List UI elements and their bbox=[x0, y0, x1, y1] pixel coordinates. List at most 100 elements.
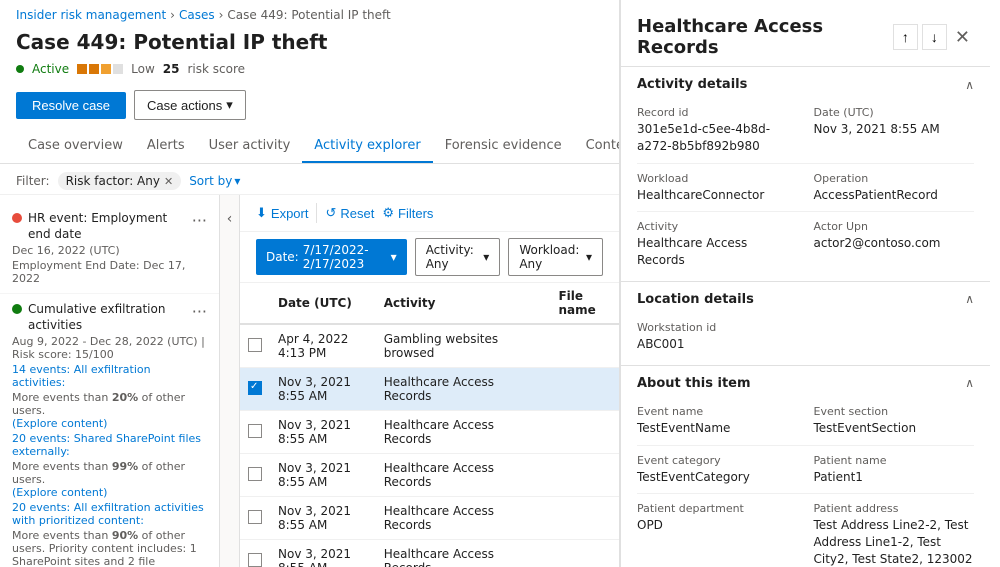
record-id-label: Record id bbox=[637, 106, 798, 119]
filter-chip-label: Risk factor: Any bbox=[66, 174, 160, 188]
split-container: HR event: Employment end date ··· Dec 16… bbox=[0, 195, 619, 567]
table-row[interactable]: Nov 3, 2021 8:55 AM Healthcare Access Re… bbox=[240, 368, 619, 411]
activity-details-chevron: ∧ bbox=[965, 78, 974, 92]
activity-filter-dropdown[interactable]: Activity: Any ▾ bbox=[415, 238, 501, 276]
row-checkbox-4[interactable] bbox=[248, 467, 262, 481]
explore-content-link-2[interactable]: (Explore content) bbox=[12, 486, 207, 499]
filter-label: Filter: bbox=[16, 174, 50, 188]
activity-events-link-3[interactable]: 20 events: All exfiltration activities w… bbox=[12, 501, 207, 527]
event-section-value: TestEventSection bbox=[814, 420, 975, 437]
nav-up-button[interactable]: ↑ bbox=[893, 24, 918, 50]
table-row[interactable]: Nov 3, 2021 8:55 AM Healthcare Access Re… bbox=[240, 497, 619, 540]
about-this-item-chevron: ∧ bbox=[965, 376, 974, 390]
table-row[interactable]: Nov 3, 2021 8:55 AM Healthcare Access Re… bbox=[240, 454, 619, 497]
chevron-down-icon: ▾ bbox=[226, 97, 233, 113]
table-row[interactable]: Apr 4, 2022 4:13 PM Gambling websites br… bbox=[240, 324, 619, 368]
activity-events-link-1[interactable]: 14 events: All exfiltration activities: bbox=[12, 363, 207, 389]
activity-item-1[interactable]: HR event: Employment end date ··· Dec 16… bbox=[0, 203, 219, 294]
row-activity-2: Healthcare Access Records bbox=[376, 368, 551, 411]
tab-user-activity[interactable]: User activity bbox=[197, 130, 303, 163]
operation-value: AccessPatientRecord bbox=[814, 187, 975, 204]
row-filename-3 bbox=[550, 411, 619, 454]
risk-sq-2 bbox=[89, 64, 99, 74]
patient-address-value: Test Address Line2-2, Test Address Line1… bbox=[814, 517, 975, 567]
chevron-down-icon: ▾ bbox=[234, 174, 240, 188]
case-actions-button[interactable]: Case actions ▾ bbox=[134, 90, 246, 120]
event-category-value: TestEventCategory bbox=[637, 469, 798, 486]
activity-more-button-2[interactable]: ··· bbox=[192, 302, 207, 321]
activity-dot-red bbox=[12, 213, 22, 223]
risk-score-number: 25 bbox=[163, 62, 180, 76]
tab-case-overview[interactable]: Case overview bbox=[16, 130, 135, 163]
workstation-id-item: Workstation id ABC001 bbox=[637, 321, 974, 353]
close-panel-button[interactable]: ✕ bbox=[951, 23, 974, 52]
breadcrumb-cases[interactable]: Cases bbox=[179, 8, 215, 22]
event-name-value: TestEventName bbox=[637, 420, 798, 437]
activity-item-2[interactable]: Cumulative exfiltration activities ··· A… bbox=[0, 294, 219, 567]
tab-forensic-evidence[interactable]: Forensic evidence bbox=[433, 130, 574, 163]
location-details-title: Location details bbox=[637, 292, 754, 307]
row-date-1: Apr 4, 2022 4:13 PM bbox=[270, 324, 376, 368]
export-button[interactable]: ⬇ Export bbox=[256, 205, 308, 221]
activity-value-rp: Healthcare Access Records bbox=[637, 235, 798, 269]
date-filter-dropdown[interactable]: Date: 7/17/2022-2/17/2023 ▾ bbox=[256, 239, 407, 275]
nav-down-button[interactable]: ↓ bbox=[922, 24, 947, 50]
row-date-6: Nov 3, 2021 8:55 AM bbox=[270, 540, 376, 567]
activity-table: Date (UTC) Activity File name Apr 4, 202… bbox=[240, 283, 619, 567]
resolve-case-button[interactable]: Resolve case bbox=[16, 92, 126, 119]
filter-chip[interactable]: Risk factor: Any ✕ bbox=[58, 172, 182, 190]
tab-activity-explorer[interactable]: Activity explorer bbox=[302, 130, 432, 163]
right-panel-title: Healthcare Access Records bbox=[637, 16, 893, 58]
location-details-chevron: ∧ bbox=[965, 292, 974, 306]
row-date-4: Nov 3, 2021 8:55 AM bbox=[270, 454, 376, 497]
patient-name-value: Patient1 bbox=[814, 469, 975, 486]
date-value: Nov 3, 2021 8:55 AM bbox=[814, 121, 975, 138]
activity-details-grid-3: Activity Healthcare Access Records Actor… bbox=[637, 220, 974, 269]
case-title: Case 449: Potential IP theft bbox=[0, 26, 619, 60]
col-filename[interactable]: File name bbox=[550, 283, 619, 324]
activity-details-grid-2: Workload HealthcareConnector Operation A… bbox=[637, 172, 974, 204]
breadcrumb-insider[interactable]: Insider risk management bbox=[16, 8, 166, 22]
actor-upn-value: actor2@contoso.com bbox=[814, 235, 975, 252]
col-activity[interactable]: Activity bbox=[376, 283, 551, 324]
row-checkbox-5[interactable] bbox=[248, 510, 262, 524]
table-row[interactable]: Nov 3, 2021 8:55 AM Healthcare Access Re… bbox=[240, 411, 619, 454]
activity-detail-3: More events than 90% of other users. Pri… bbox=[12, 529, 207, 567]
filters-button[interactable]: ⚙ Filters bbox=[382, 205, 433, 221]
col-date[interactable]: Date (UTC) bbox=[270, 283, 376, 324]
row-checkbox-6[interactable] bbox=[248, 553, 262, 567]
activity-item-1-title: HR event: Employment end date bbox=[28, 211, 192, 242]
row-checkbox-3[interactable] bbox=[248, 424, 262, 438]
col-checkbox bbox=[240, 283, 270, 324]
record-id-value: 301e5e1d-c5ee-4b8d-a272-8b5bf892b980 bbox=[637, 121, 798, 155]
risk-sq-1 bbox=[77, 64, 87, 74]
activity-more-button-1[interactable]: ··· bbox=[192, 211, 207, 230]
activity-details-header[interactable]: Activity details ∧ bbox=[621, 67, 990, 102]
explore-content-link-1[interactable]: (Explore content) bbox=[12, 417, 207, 430]
operation-label: Operation bbox=[814, 172, 975, 185]
collapse-button[interactable]: ‹ bbox=[220, 195, 240, 567]
sort-button[interactable]: Sort by ▾ bbox=[189, 174, 240, 188]
row-activity-3: Healthcare Access Records bbox=[376, 411, 551, 454]
risk-sq-4 bbox=[113, 64, 123, 74]
reset-button[interactable]: ↺ Reset bbox=[325, 205, 374, 221]
patient-dept-item: Patient department OPD bbox=[637, 502, 798, 567]
row-checkbox-1[interactable] bbox=[248, 338, 262, 352]
row-filename-1 bbox=[550, 324, 619, 368]
operation-item: Operation AccessPatientRecord bbox=[814, 172, 975, 204]
risk-score-label: risk score bbox=[187, 62, 245, 76]
toolbar: ⬇ Export ↺ Reset ⚙ Filters bbox=[240, 195, 619, 232]
table-row[interactable]: Nov 3, 2021 8:55 AM Healthcare Access Re… bbox=[240, 540, 619, 567]
tab-alerts[interactable]: Alerts bbox=[135, 130, 197, 163]
activity-table-area: Date (UTC) Activity File name Apr 4, 202… bbox=[240, 283, 619, 567]
filter-chip-remove[interactable]: ✕ bbox=[164, 175, 173, 188]
workload-filter-dropdown[interactable]: Workload: Any ▾ bbox=[508, 238, 603, 276]
location-details-header[interactable]: Location details ∧ bbox=[621, 282, 990, 317]
activity-events-link-2[interactable]: 20 events: Shared SharePoint files exter… bbox=[12, 432, 207, 458]
row-checkbox-2[interactable] bbox=[248, 381, 262, 395]
workload-item: Workload HealthcareConnector bbox=[637, 172, 798, 204]
about-grid-1: Event name TestEventName Event section T… bbox=[637, 405, 974, 437]
tab-content-explorer[interactable]: Content explorer bbox=[574, 130, 620, 163]
row-date-2: Nov 3, 2021 8:55 AM bbox=[270, 368, 376, 411]
about-this-item-header[interactable]: About this item ∧ bbox=[621, 366, 990, 401]
